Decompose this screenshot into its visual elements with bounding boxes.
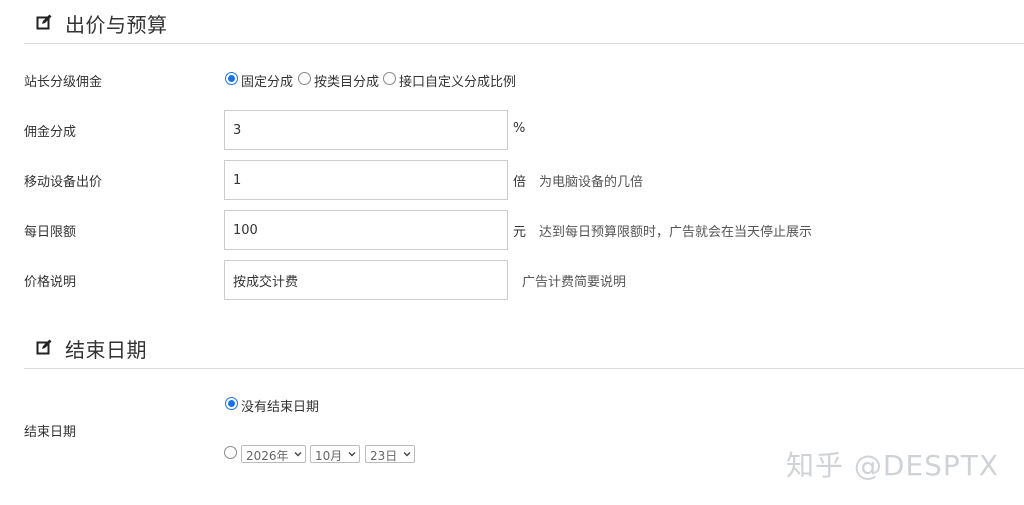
edit-icon — [36, 14, 52, 30]
commission-type-label: 站长分级佣金 — [24, 75, 103, 90]
year-select[interactable]: 2026年 — [241, 445, 306, 463]
price-note-label: 价格说明 — [24, 275, 77, 290]
radio-category-share-label[interactable]: 按类目分成 — [314, 71, 379, 90]
radio-api-custom-share[interactable] — [383, 72, 396, 85]
radio-no-end-date[interactable] — [225, 397, 238, 410]
radio-fixed-share-label[interactable]: 固定分成 — [241, 71, 293, 90]
radio-set-end-date[interactable] — [224, 446, 237, 459]
mobile-bid-input[interactable] — [224, 160, 508, 200]
radio-category-share[interactable] — [298, 72, 311, 85]
day-select-value: 23日 — [370, 449, 398, 463]
bid-budget-section-header: 出价与预算 — [24, 0, 1024, 44]
day-select[interactable]: 23日 — [365, 445, 415, 463]
price-note-input[interactable] — [224, 260, 508, 300]
commission-rate-input[interactable] — [224, 110, 508, 150]
month-select[interactable]: 10月 — [310, 445, 360, 463]
section-title: 结束日期 — [65, 338, 147, 362]
chevron-down-icon — [403, 452, 411, 457]
watermark: 知乎 @DESPTX — [786, 449, 1000, 482]
radio-fixed-share[interactable] — [225, 72, 238, 85]
radio-api-custom-share-label[interactable]: 接口自定义分成比例 — [399, 71, 516, 90]
chevron-down-icon — [348, 452, 356, 457]
year-select-value: 2026年 — [246, 449, 289, 463]
commission-rate-unit: % — [513, 121, 526, 136]
commission-rate-label: 佣金分成 — [24, 125, 77, 140]
mobile-bid-unit: 倍 — [513, 175, 527, 190]
daily-limit-unit: 元 — [513, 225, 527, 240]
mobile-bid-label: 移动设备出价 — [24, 175, 103, 190]
price-note-hint: 广告计费简要说明 — [522, 275, 627, 290]
radio-no-end-date-label[interactable]: 没有结束日期 — [241, 396, 319, 415]
daily-limit-hint: 达到每日预算限额时，广告就会在当天停止展示 — [539, 225, 813, 240]
mobile-bid-hint: 为电脑设备的几倍 — [539, 175, 644, 190]
ad-settings-page: 出价与预算 站长分级佣金 固定分成 按类目分成 接口自定义分成比例 佣金分成 %… — [0, 0, 1024, 505]
section-title: 出价与预算 — [65, 13, 168, 37]
chevron-down-icon — [294, 452, 302, 457]
daily-limit-input[interactable] — [224, 210, 508, 250]
month-select-value: 10月 — [315, 449, 343, 463]
edit-icon — [36, 339, 52, 355]
daily-limit-label: 每日限额 — [24, 225, 77, 240]
end-date-section-header: 结束日期 — [24, 325, 1024, 369]
end-date-label: 结束日期 — [24, 425, 77, 440]
